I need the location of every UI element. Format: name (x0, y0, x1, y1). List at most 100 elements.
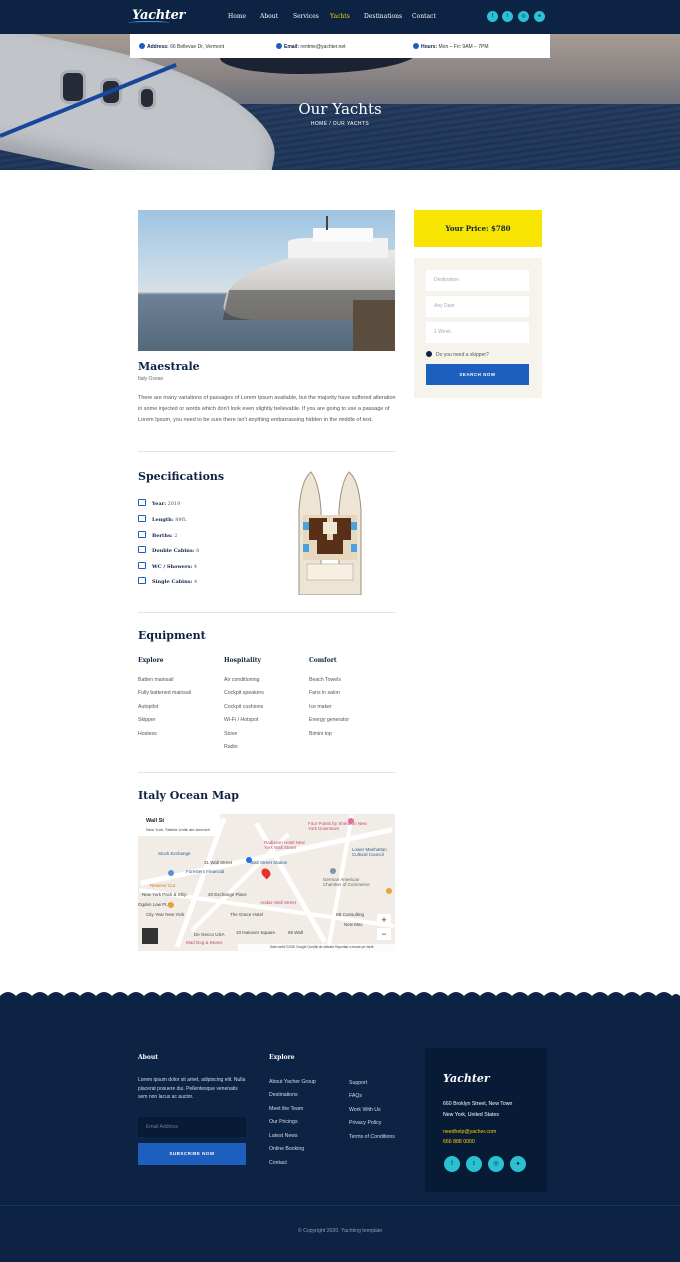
equipment-explore-heading: Explore (138, 657, 164, 664)
footer-link[interactable]: Privacy Policy (349, 1120, 381, 1126)
catamaran-floor-plan (298, 471, 362, 595)
facebook-icon[interactable]: f (487, 11, 498, 22)
footer-link[interactable]: About Yacher Group (269, 1079, 316, 1085)
footer-contact-card (425, 1048, 547, 1192)
footer-email[interactable]: needhelp@yacher.com (443, 1129, 496, 1135)
equipment-item: Autopilot (138, 704, 159, 710)
instagram-icon[interactable]: ◎ (518, 11, 529, 22)
equipment-item: Beach Towels (309, 677, 341, 683)
calendar-icon (138, 499, 146, 506)
date-input[interactable]: Any Date (426, 296, 529, 317)
equipment-hospitality-heading: Hospitality (224, 657, 261, 664)
equipment-item: Wi-Fi / Hotspot (224, 717, 259, 723)
street-view-thumbnail[interactable] (142, 928, 158, 944)
equipment-item: Air conditioning (224, 677, 260, 683)
yacht-description: There are many variations of passages of… (138, 395, 396, 423)
spec-double-cabins: Double Cabins: 8 (138, 546, 199, 554)
tripadvisor-icon[interactable]: ● (510, 1156, 526, 1172)
divider (138, 451, 395, 452)
nav-yachts[interactable]: Yachts (330, 13, 350, 20)
footer-link[interactable]: Destinations (269, 1092, 298, 1098)
top-navbar: Yachter Home About Services Yachts Desti… (0, 0, 680, 34)
equipment-item: Hostess (138, 731, 157, 737)
instagram-icon[interactable]: ◎ (488, 1156, 504, 1172)
search-now-button[interactable]: SEARCH NOW (426, 364, 529, 385)
user-icon (138, 546, 146, 553)
destination-input[interactable]: Destination (426, 270, 529, 291)
zoom-out-button[interactable]: − (377, 928, 391, 940)
footer-link[interactable]: Meet the Team (269, 1106, 303, 1112)
footer-link[interactable]: Online Booking (269, 1146, 304, 1152)
footer-address-line2: New York, United States (443, 1112, 499, 1118)
facebook-icon[interactable]: f (444, 1156, 460, 1172)
footer-link[interactable]: Support (349, 1080, 367, 1086)
footer-link[interactable]: Our Pricings (269, 1119, 298, 1125)
page-title: Our Yachts (298, 100, 382, 118)
copyright: © Copyright 2020. Yachting template (297, 1228, 383, 1234)
ruler-icon (138, 515, 146, 522)
footer-link[interactable]: Terms of Conditions (349, 1134, 395, 1140)
yacht-location: Italy Ocean (138, 376, 164, 382)
equipment-item: Stove (224, 731, 238, 737)
equipment-heading: Equipment (138, 629, 206, 642)
footer-link[interactable]: Work With Us (349, 1107, 381, 1113)
footer-link[interactable]: FAQs (349, 1093, 362, 1099)
subscribe-button[interactable]: SUBSCRIBE NOW (138, 1143, 246, 1165)
booking-form: Destination Any Date 1 Week Do you need … (414, 258, 542, 398)
map-attribution: Date hartă ©2020 Google Condiții de util… (238, 944, 395, 951)
nav-contact[interactable]: Contact (412, 13, 436, 20)
equipment-item: Cockpit cushions (224, 704, 264, 710)
skipper-checkbox[interactable]: Do you need a skipper? (426, 351, 489, 358)
info-address: Address: 66 Bellevue Dr, Vermont (139, 43, 224, 50)
equipment-item: Bimini top (309, 731, 332, 737)
nav-home[interactable]: Home (228, 13, 246, 20)
equipment-item: Cockpit speakers (224, 690, 264, 696)
logo-swoosh (128, 21, 170, 25)
map-poi-icon (348, 818, 354, 824)
twitter-icon[interactable]: t (466, 1156, 482, 1172)
footer-link[interactable]: Contact (269, 1160, 287, 1166)
nav-about[interactable]: About (260, 13, 278, 20)
duration-select[interactable]: 1 Week (426, 322, 529, 343)
equipment-item: Skipper (138, 717, 156, 723)
price-box: Your Price: $780 (414, 210, 542, 247)
equipment-item: Energy generator (309, 717, 350, 723)
location-map[interactable]: Wall St New York, Statele Unite ale Amer… (138, 814, 395, 951)
zoom-in-button[interactable]: + (377, 914, 391, 926)
tripadvisor-icon[interactable]: ● (534, 11, 545, 22)
footer-address-line1: 660 Broklyn Street, New Town (443, 1101, 513, 1107)
equipment-item: Fans in salon (309, 690, 340, 696)
location-icon (139, 43, 145, 49)
info-email[interactable]: Email: rentme@yachter.net (276, 43, 346, 50)
nav-destinations[interactable]: Destinations (364, 13, 402, 20)
mail-icon (276, 43, 282, 49)
map-place-card[interactable]: Wall St New York, Statele Unite ale Amer… (138, 814, 220, 836)
spec-wc-showers: WC / Showers: 4 (138, 562, 197, 570)
footer-about-text: Lorem ipsum dolor sit amet, adipiscing e… (138, 1077, 246, 1100)
spec-year: Year: 2019 (138, 499, 180, 507)
contact-info-bar: Address: 66 Bellevue Dr, Vermont Email: … (130, 34, 550, 58)
equipment-item: Batten mainsail (138, 677, 174, 683)
yacht-photo (138, 210, 395, 351)
equipment-item: Fully battened mainsail (138, 690, 192, 696)
map-poi-icon (386, 888, 392, 894)
spec-berths: Berths: 2 (138, 531, 177, 539)
footer-about-heading: About (138, 1054, 158, 1061)
footer-phone[interactable]: 666 888 0000 (443, 1139, 475, 1145)
map-poi-icon (168, 902, 174, 908)
footer-logo[interactable]: Yachter (443, 1072, 490, 1085)
footer-link[interactable]: Latest News (269, 1133, 298, 1139)
equipment-item: Ice maker (309, 704, 332, 710)
anchor-icon (138, 531, 146, 538)
map-pin-icon[interactable] (259, 866, 273, 880)
specifications-heading: Specifications (138, 470, 225, 483)
newsletter-email-input[interactable]: Email Address (138, 1117, 246, 1137)
shower-icon (138, 562, 146, 569)
footer-divider (0, 1205, 680, 1206)
twitter-icon[interactable]: t (502, 11, 513, 22)
map-heading: Italy Ocean Map (138, 789, 239, 802)
nav-services[interactable]: Services (293, 13, 319, 20)
subway-icon (246, 857, 252, 863)
breadcrumb[interactable]: HOME / OUR YACHTS (0, 121, 680, 127)
equipment-comfort-heading: Comfort (309, 657, 337, 664)
